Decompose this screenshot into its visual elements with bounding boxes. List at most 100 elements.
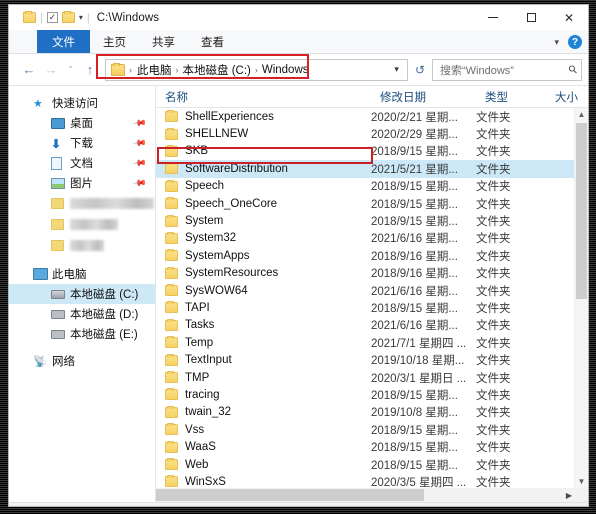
sidebar-item-desktop[interactable]: 桌面 📌 (9, 113, 155, 133)
system-drive-icon (51, 289, 65, 299)
column-header-type[interactable]: 类型 (476, 89, 544, 105)
column-header-date-modified[interactable]: 修改日期 (371, 89, 476, 105)
table-row[interactable]: System 2018/9/15 星期... 文件夹 (156, 212, 588, 229)
table-row[interactable]: SysWOW64 2021/6/16 星期... 文件夹 (156, 282, 588, 299)
table-row[interactable]: TMP 2020/3/1 星期日 ... 文件夹 (156, 369, 588, 386)
table-row[interactable]: SystemApps 2018/9/16 星期... 文件夹 (156, 247, 588, 264)
scroll-right-button[interactable]: ▶ (566, 488, 572, 502)
address-bar: ← → ˇ ↑ › 此电脑 › 本地磁盘 (C:) › Windows ▾ ↺ … (9, 54, 588, 85)
breadcrumb-bar[interactable]: › 此电脑 › 本地磁盘 (C:) › Windows ▾ (105, 58, 408, 81)
column-header-size[interactable]: 大小 (544, 89, 584, 105)
breadcrumb-item-windows[interactable]: Windows (262, 64, 309, 76)
forward-button[interactable]: → (41, 59, 61, 81)
tab-view[interactable]: 查看 (188, 30, 237, 53)
redacted-label (70, 240, 104, 251)
checkbox-icon[interactable]: ✓ (46, 12, 58, 23)
table-row[interactable]: twain_32 2019/10/8 星期... 文件夹 (156, 404, 588, 421)
sidebar-item-redacted[interactable] (9, 214, 155, 235)
table-row[interactable]: WaaS 2018/9/15 星期... 文件夹 (156, 438, 588, 455)
scroll-up-button[interactable]: ▲ (575, 108, 588, 121)
tab-file[interactable]: 文件 (37, 30, 90, 53)
table-row[interactable]: SKB 2018/9/15 星期... 文件夹 (156, 143, 588, 160)
new-folder-icon[interactable] (61, 11, 75, 23)
column-header-name[interactable]: 名称 (156, 89, 371, 105)
folder-icon (165, 353, 178, 366)
maximize-button[interactable] (512, 5, 550, 30)
sidebar-item-label: 文档 (70, 158, 93, 170)
sidebar-item-local-disk-e[interactable]: 本地磁盘 (E:) (9, 324, 155, 344)
scrollbar-thumb[interactable] (576, 123, 587, 299)
pin-icon[interactable]: 📌 (132, 176, 147, 192)
help-icon[interactable]: ? (568, 35, 582, 49)
table-row[interactable]: Speech_OneCore 2018/9/15 星期... 文件夹 (156, 195, 588, 212)
vertical-scrollbar[interactable]: ▲ ▼ (574, 108, 588, 488)
scroll-down-button[interactable]: ▼ (575, 475, 588, 488)
pin-icon[interactable]: 📌 (132, 136, 147, 152)
cell-name: System (156, 214, 371, 227)
up-button[interactable]: ↑ (80, 59, 100, 81)
table-row[interactable]: Vss 2018/9/15 星期... 文件夹 (156, 421, 588, 438)
cell-date-modified: 2020/2/29 星期... (371, 129, 458, 142)
chevron-down-icon[interactable]: ▾ (554, 37, 559, 48)
table-row[interactable]: TextInput 2019/10/18 星期... 文件夹 (156, 351, 588, 368)
horizontal-scrollbar[interactable]: ▶ (156, 488, 588, 502)
sidebar-item-label: 本地磁盘 (E:) (70, 329, 138, 341)
folder-icon (165, 214, 178, 227)
recent-locations-button[interactable]: ˇ (63, 59, 78, 81)
table-row[interactable]: SoftwareDistribution 2021/5/21 星期... 文件夹 (156, 160, 588, 178)
close-button[interactable]: ✕ (550, 5, 588, 30)
table-row[interactable]: TAPI 2018/9/15 星期... 文件夹 (156, 299, 588, 316)
folder-icon (165, 162, 178, 175)
large-icons-view-button[interactable] (562, 506, 581, 507)
sidebar-item-local-disk-c[interactable]: 本地磁盘 (C:) (9, 284, 155, 304)
cell-name: SysWOW64 (156, 284, 371, 297)
table-row[interactable]: Temp 2021/7/1 星期四 ... 文件夹 (156, 334, 588, 351)
cell-date-modified: 2018/9/16 星期... (371, 250, 458, 263)
sidebar-item-documents[interactable]: 文档 📌 (9, 153, 155, 173)
ribbon-tabs: 文件 主页 共享 查看 ▾ ? (9, 30, 588, 54)
sidebar-item-redacted[interactable] (9, 193, 155, 214)
table-row[interactable]: SystemResources 2018/9/16 星期... 文件夹 (156, 265, 588, 282)
sidebar-item-local-disk-d[interactable]: 本地磁盘 (D:) (9, 304, 155, 324)
tab-share[interactable]: 共享 (139, 30, 188, 53)
breadcrumb-item-local-disk-c[interactable]: 本地磁盘 (C:) (183, 62, 251, 78)
table-row[interactable]: SHELLNEW 2020/2/29 星期... 文件夹 (156, 125, 588, 142)
minimize-button[interactable] (474, 5, 512, 30)
table-row[interactable]: Web 2018/9/15 星期... 文件夹 (156, 456, 588, 473)
refresh-icon[interactable]: ↺ (410, 63, 430, 77)
sidebar-item-downloads[interactable]: ⬇ 下载 📌 (9, 133, 155, 153)
cell-type: 文件夹 (476, 129, 511, 142)
back-button[interactable]: ← (19, 59, 39, 81)
chevron-down-icon[interactable]: ▾ (394, 64, 403, 75)
search-input[interactable]: 搜索“Windows” ⚲ (432, 58, 582, 81)
sidebar-item-quick-access[interactable]: ★ 快速访问 (9, 93, 155, 113)
sidebar-item-this-pc[interactable]: 此电脑 (9, 264, 155, 284)
explorer-body: ★ 快速访问 桌面 📌 ⬇ 下载 📌 文档 📌 图片 📌 此电脑 本地磁盘 (C… (9, 85, 588, 502)
pin-icon[interactable]: 📌 (132, 156, 147, 172)
folder-icon[interactable] (23, 11, 36, 23)
caret-down-icon[interactable]: ▾ (79, 13, 83, 22)
file-name-label: SystemResources (185, 267, 279, 280)
cell-name: Speech (156, 179, 371, 192)
sidebar-item-redacted[interactable] (9, 235, 155, 256)
table-row[interactable]: ShellExperiences 2020/2/21 星期... 文件夹 (156, 108, 588, 125)
sidebar-item-pictures[interactable]: 图片 📌 (9, 173, 155, 193)
tab-home[interactable]: 主页 (90, 30, 139, 53)
sidebar-item-label: 本地磁盘 (C:) (70, 289, 139, 301)
file-name-label: TAPI (185, 301, 210, 314)
sidebar-item-label: 此电脑 (52, 269, 87, 281)
table-row[interactable]: System32 2021/6/16 星期... 文件夹 (156, 230, 588, 247)
search-icon[interactable]: ⚲ (566, 62, 580, 77)
table-row[interactable]: tracing 2018/9/15 星期... 文件夹 (156, 386, 588, 403)
cell-type: 文件夹 (476, 459, 511, 472)
breadcrumb-item-this-pc[interactable]: 此电脑 (137, 62, 172, 78)
sidebar-item-network[interactable]: 📡 网络 (9, 351, 155, 371)
table-row[interactable]: Tasks 2021/6/16 星期... 文件夹 (156, 317, 588, 334)
cell-type: 文件夹 (476, 285, 511, 298)
status-bar: 113 个项目 选中 1 个项目 (9, 502, 588, 507)
table-row[interactable]: Speech 2018/9/15 星期... 文件夹 (156, 178, 588, 195)
scrollbar-thumb-horizontal[interactable] (156, 489, 424, 501)
pin-icon[interactable]: 📌 (132, 116, 147, 132)
cell-type: 文件夹 (476, 233, 511, 246)
details-view-button[interactable] (539, 506, 558, 507)
